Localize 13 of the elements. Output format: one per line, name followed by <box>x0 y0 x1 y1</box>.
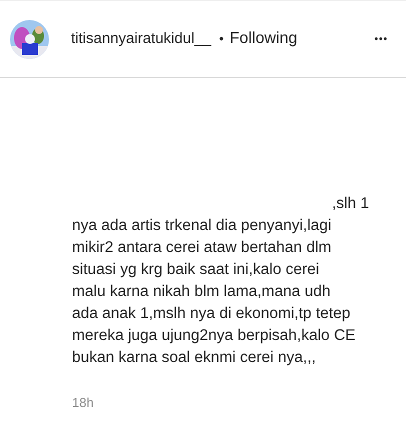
following-link[interactable]: Following <box>230 27 298 51</box>
comment-line: nya ada artis trkenal dia penyanyi,lagi <box>72 216 332 236</box>
comment-line: ada anak 1,mslh nya di ekonomi,tp tetep <box>72 304 352 324</box>
comment-line: mikir2 antara cerei ataw bertahan dlm <box>72 238 332 258</box>
separator-dot: • <box>219 30 224 48</box>
comment-line: situasi yg krg baik saat ini,kalo cerei <box>72 260 320 280</box>
comment-line: bukan karna soal eknmi cerei nya,,, <box>72 348 317 368</box>
timestamp: 18h <box>72 394 94 412</box>
username[interactable]: titisannyairatukidul__ <box>71 28 212 50</box>
comment-line: mereka juga ujung2nya berpisah,kalo CE <box>72 326 356 346</box>
more-options-button[interactable]: ••• <box>374 32 388 46</box>
comment-line: ,slh 1 <box>332 194 370 214</box>
comment-line: malu karna nikah blm lama,mana udh <box>72 282 332 302</box>
